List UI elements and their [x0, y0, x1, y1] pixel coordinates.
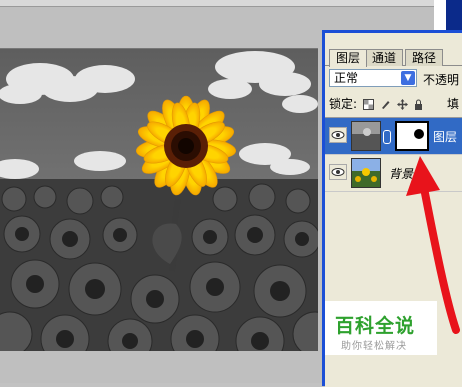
eye-icon[interactable]	[329, 164, 347, 180]
layer-name: 图层	[433, 130, 458, 144]
layer-row-background[interactable]: 背景	[325, 155, 462, 192]
watermark-subtitle: 助你轻松解决	[341, 341, 407, 352]
chevron-down-icon[interactable]: ▼	[401, 71, 415, 85]
watermark: 百科全说 助你轻松解决	[325, 301, 437, 355]
lock-paint-icon[interactable]	[380, 99, 391, 110]
lock-move-icon[interactable]	[396, 99, 408, 110]
panel-tabs: 图层 通道 路径	[325, 45, 462, 67]
lock-transparent-icon[interactable]	[362, 99, 374, 110]
lock-row: 锁定: 填	[329, 95, 462, 113]
layer-list-empty-area	[325, 192, 462, 387]
lock-all-icon[interactable]	[413, 99, 424, 110]
layer-row-layer1[interactable]: 图层	[325, 118, 462, 155]
tab-layers[interactable]: 图层	[329, 49, 368, 67]
layer-name: 背景	[389, 167, 414, 181]
link-chain-icon[interactable]	[383, 130, 391, 144]
background-thumbnail	[351, 158, 381, 188]
tab-channels[interactable]: 通道	[365, 49, 404, 66]
top-ruler	[0, 0, 462, 7]
blend-mode-value: 正常	[334, 71, 359, 85]
fill-label: 填	[447, 97, 460, 111]
layer-thumbnail	[351, 121, 381, 151]
opacity-label: 不透明	[423, 73, 460, 87]
layer-mask-thumbnail[interactable]	[395, 121, 429, 151]
eye-icon[interactable]	[329, 127, 347, 143]
blend-row: 正常 ▼ 不透明	[329, 69, 462, 89]
watermark-title: 百科全说	[335, 315, 416, 337]
lock-label: 锁定:	[329, 97, 358, 111]
photoshop-workspace: 图层 通道 路径 正常 ▼ 不透明 锁定: 填 图层 背景 百科全说 助你轻松解…	[0, 0, 462, 387]
document-canvas[interactable]	[0, 48, 318, 351]
tab-paths[interactable]: 路径	[405, 49, 444, 66]
blend-mode-select[interactable]: 正常 ▼	[329, 69, 417, 87]
photo-sunflower-field	[0, 49, 318, 351]
